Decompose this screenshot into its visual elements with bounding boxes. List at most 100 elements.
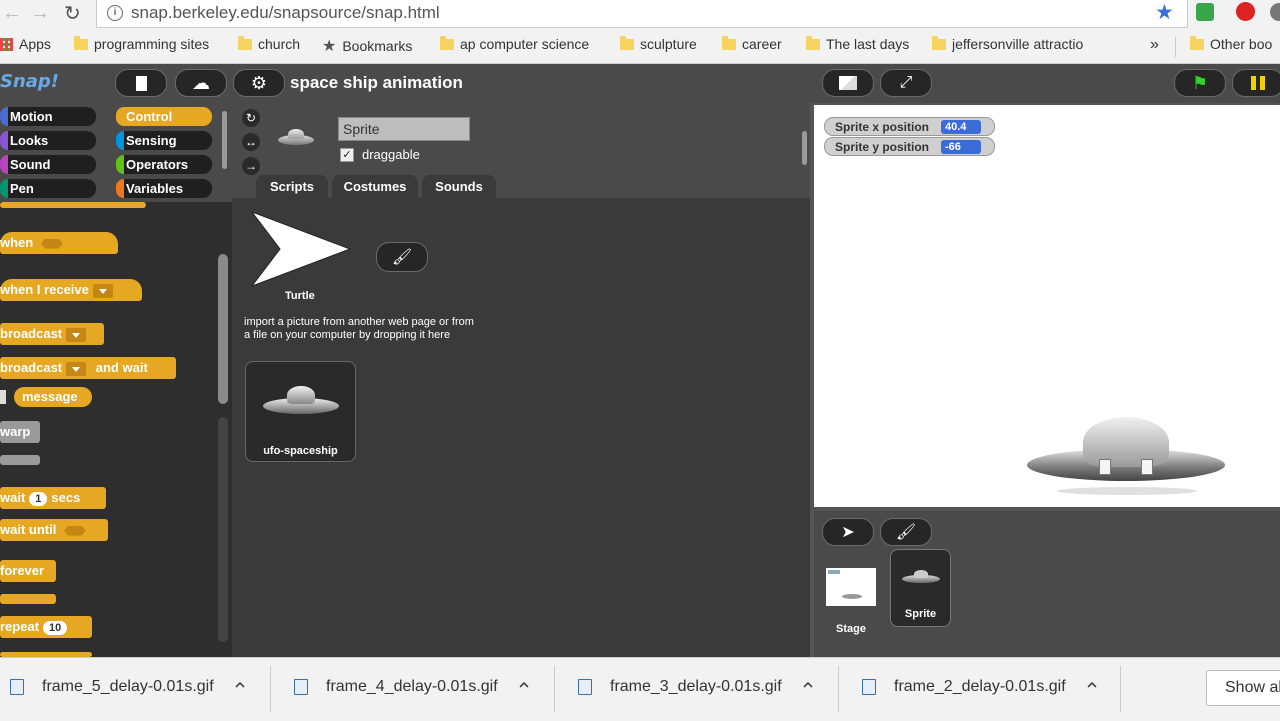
forward-icon[interactable]: → <box>30 2 50 25</box>
bookmark-jeffersonville-attractions[interactable]: jeffersonville attractio <box>932 35 1083 52</box>
cloud-icon: ☁ <box>192 72 210 93</box>
bookmark-career[interactable]: career <box>722 35 782 52</box>
info-icon[interactable]: i <box>107 5 123 21</box>
block-broadcast[interactable]: broadcast <box>0 323 104 345</box>
stage[interactable]: Sprite x position 40.4 Sprite y position… <box>814 105 1280 507</box>
block-warp[interactable]: warp <box>0 421 40 443</box>
checkbox-message[interactable] <box>0 390 6 404</box>
fullscreen-icon: ⤢ <box>899 74 913 91</box>
palette-scrollbar[interactable] <box>222 111 227 169</box>
tab-costumes[interactable]: Costumes <box>332 175 418 198</box>
category-sensing[interactable]: Sensing <box>116 131 212 150</box>
download-item[interactable]: frame_2_delay-0.01s.gif <box>862 678 1066 696</box>
extension-adblock-icon[interactable] <box>1236 2 1255 21</box>
category-operators[interactable]: Operators <box>116 155 212 174</box>
watcher-sprite-x-position[interactable]: Sprite x position 40.4 <box>824 117 995 136</box>
rotate-none-icon[interactable]: → <box>242 157 260 175</box>
category-control[interactable]: Control <box>116 107 212 126</box>
block-when-condition[interactable]: when <box>0 232 118 254</box>
download-separator <box>554 666 555 712</box>
ufo-sprite[interactable] <box>1027 415 1225 495</box>
bookmark-bookmarks[interactable]: ★ Bookmarks <box>322 36 412 56</box>
pane-resize-handle[interactable] <box>802 131 807 165</box>
block-wait-secs[interactable]: wait 1 secs <box>0 487 106 509</box>
palette-vertical-scrollbar[interactable] <box>218 254 228 404</box>
download-item[interactable]: frame_5_delay-0.01s.gif <box>10 678 214 696</box>
tab-scripts[interactable]: Scripts <box>256 175 328 198</box>
reporter-message[interactable]: message <box>14 387 92 407</box>
star-icon: ★ <box>322 38 337 55</box>
sprite-name-input[interactable] <box>338 117 470 141</box>
category-pen[interactable]: Pen <box>0 179 96 198</box>
add-turtle-sprite-button[interactable]: ➤ <box>822 518 874 546</box>
cloud-button[interactable]: ☁ <box>175 69 227 97</box>
green-flag-button[interactable]: ⚑ <box>1174 69 1226 97</box>
corral-item-stage[interactable]: Stage <box>822 561 882 641</box>
reload-icon[interactable]: ↻ <box>64 1 81 26</box>
ufo-spaceship-thumbnail <box>263 386 339 418</box>
category-selector: Motion Control Looks Sensing Sound Opera… <box>0 103 232 202</box>
category-sound[interactable]: Sound <box>0 155 96 174</box>
tab-sounds[interactable]: Sounds <box>422 175 496 198</box>
block-broadcast-and-wait[interactable]: broadcast and wait <box>0 357 176 379</box>
presentation-mode-button[interactable]: ⤢ <box>880 69 932 97</box>
bookmark-the-last-days[interactable]: The last days <box>806 35 909 52</box>
watcher-value: -66 <box>941 140 981 154</box>
extension-evernote-icon[interactable] <box>1196 3 1214 21</box>
paint-new-sprite-button[interactable]: 🖌 <box>880 518 932 546</box>
snap-logo[interactable]: Snap! <box>0 69 59 97</box>
turtle-costume-icon[interactable] <box>250 210 352 288</box>
bookmark-church[interactable]: church <box>238 35 300 52</box>
bookmark-apps[interactable]: Apps <box>0 36 51 52</box>
apps-grid-icon <box>0 37 13 51</box>
bookmark-other-bookmarks[interactable]: Other boo <box>1190 35 1272 52</box>
folder-icon <box>1190 35 1204 50</box>
download-separator <box>838 666 839 712</box>
rotate-can-rotate-icon[interactable]: ↻ <box>242 109 260 127</box>
block-wait-until[interactable]: wait until <box>0 519 108 541</box>
bookmark-star-icon[interactable]: ★ <box>1155 0 1174 25</box>
category-color-swatch <box>116 107 124 126</box>
category-color-swatch <box>0 179 8 198</box>
category-motion[interactable]: Motion <box>0 107 96 126</box>
category-looks[interactable]: Looks <box>0 131 96 150</box>
watcher-sprite-y-position[interactable]: Sprite y position -66 <box>824 137 995 156</box>
paint-new-costume-button[interactable]: 🖌 <box>376 242 428 272</box>
folder-icon <box>238 35 252 50</box>
back-icon[interactable]: ← <box>2 2 22 25</box>
bookmark-sculpture[interactable]: sculpture <box>620 35 697 52</box>
palette-resize-handle[interactable] <box>218 417 228 642</box>
show-all-downloads-button[interactable]: Show al <box>1206 670 1280 706</box>
category-color-swatch <box>116 131 124 150</box>
category-variables[interactable]: Variables <box>116 179 212 198</box>
file-menu-button[interactable] <box>115 69 167 97</box>
warp-block-bottom <box>0 455 40 465</box>
block-forever[interactable]: forever <box>0 560 56 582</box>
chevron-up-icon[interactable] <box>803 680 813 690</box>
stage-size-toggle-button[interactable] <box>822 69 874 97</box>
costume-item-ufo-spaceship[interactable]: ufo-spaceship <box>245 361 356 462</box>
dropdown-icon[interactable] <box>66 327 87 342</box>
address-bar[interactable]: i snap.berkeley.edu/snapsource/snap.html… <box>96 0 1188 28</box>
settings-button[interactable]: ⚙ <box>233 69 285 97</box>
bookmarks-overflow-button[interactable]: » <box>1150 36 1159 54</box>
download-item[interactable]: frame_4_delay-0.01s.gif <box>294 678 498 696</box>
bookmark-programming-sites[interactable]: programming sites <box>74 35 209 52</box>
normal-stage-icon <box>839 76 857 90</box>
download-item[interactable]: frame_3_delay-0.01s.gif <box>578 678 782 696</box>
folder-icon <box>74 35 88 50</box>
draggable-checkbox[interactable]: ✓ <box>340 148 354 162</box>
pause-button[interactable] <box>1232 69 1280 97</box>
boolean-slot <box>40 238 63 249</box>
dropdown-icon[interactable] <box>66 361 87 376</box>
rotate-left-right-icon[interactable]: ↔ <box>242 133 260 151</box>
block-when-i-receive[interactable]: when I receive <box>0 279 142 301</box>
chevron-up-icon[interactable] <box>1087 680 1097 690</box>
extension-icon[interactable] <box>1270 3 1280 21</box>
chevron-up-icon[interactable] <box>235 680 245 690</box>
corral-item-sprite[interactable]: Sprite <box>890 549 951 627</box>
bookmark-ap-computer-science[interactable]: ap computer science <box>440 35 589 52</box>
dropdown-icon[interactable] <box>92 283 113 298</box>
chevron-up-icon[interactable] <box>519 680 529 690</box>
block-repeat[interactable]: repeat 10 <box>0 616 92 638</box>
